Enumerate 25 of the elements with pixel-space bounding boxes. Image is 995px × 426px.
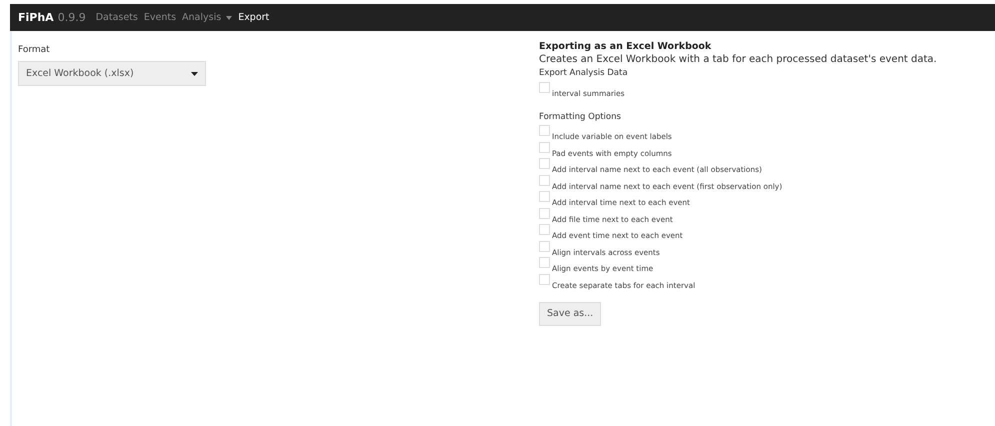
checkbox[interactable] — [539, 240, 550, 252]
checkbox[interactable] — [539, 142, 550, 152]
version-label: 0.9.9 — [58, 11, 86, 24]
checkbox[interactable] — [539, 191, 550, 202]
format-label: Format — [18, 45, 51, 55]
nav-link[interactable]: Analysis — [182, 12, 232, 23]
export-title: Exporting as an Excel Workbook — [539, 41, 712, 52]
checkbox[interactable] — [539, 274, 550, 284]
format-select[interactable]: Excel Workbook (.xlsx) — [18, 61, 206, 86]
nav-link[interactable]: Export — [238, 12, 270, 23]
checkbox[interactable] — [539, 158, 550, 169]
export-description: Creates an Excel Workbook with a tab for each processed dataset's event data. — [539, 54, 937, 65]
checkbox[interactable] — [539, 208, 550, 218]
nav-link[interactable]: Events — [144, 12, 176, 23]
section-label: Export Analysis Data — [539, 68, 629, 78]
nav-link[interactable]: Datasets — [96, 12, 138, 23]
caret-icon — [191, 72, 198, 76]
checkbox[interactable] — [539, 224, 550, 235]
checkbox[interactable] — [539, 125, 550, 136]
checkbox[interactable] — [539, 174, 550, 186]
checkbox[interactable] — [539, 82, 550, 92]
save-as-button[interactable]: Save as... — [539, 302, 602, 326]
brand-name[interactable]: FiPhA — [18, 11, 54, 24]
checkbox[interactable] — [539, 257, 550, 268]
section-label: Formatting Options — [539, 112, 622, 122]
